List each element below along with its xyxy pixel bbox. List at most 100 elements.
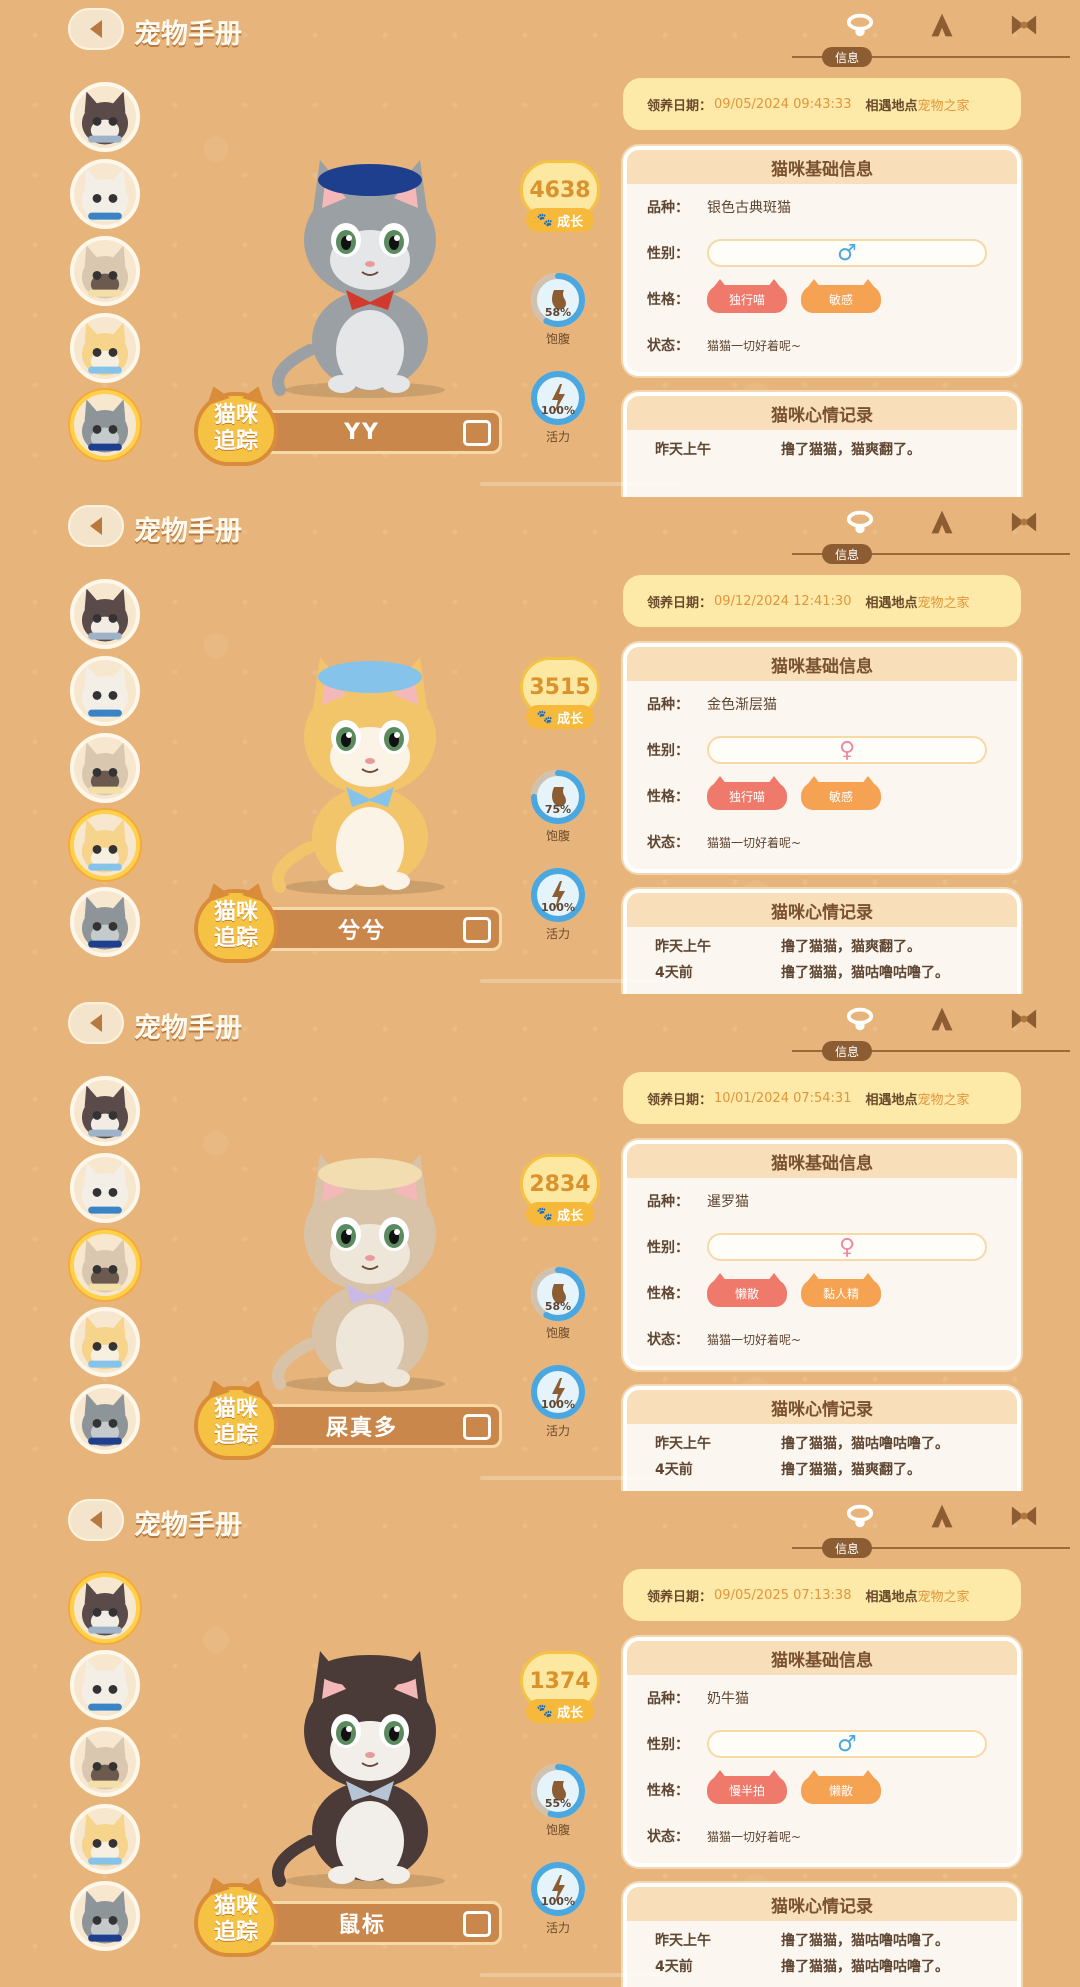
scroll-indicator (480, 979, 680, 983)
page-title: 宠物手册 (134, 516, 242, 547)
cat-model[interactable] (250, 1134, 480, 1394)
trait-tag: 敏感 (801, 279, 881, 313)
cat-tree-icon[interactable] (926, 507, 958, 537)
collar-icon[interactable] (844, 507, 876, 537)
back-arrow-icon (90, 1511, 102, 1529)
bow-icon[interactable] (1008, 507, 1040, 537)
cat-avatar[interactable] (70, 1881, 140, 1951)
cat-model[interactable] (250, 1631, 480, 1891)
adopt-info-bar: 领养日期： 09/12/2024 12:41:30 相遇地点 宠物之家 (623, 575, 1021, 627)
cat-avatar[interactable] (70, 1804, 140, 1874)
cat-tree-icon[interactable] (926, 1501, 958, 1531)
cat-name-bar: YY (262, 410, 502, 454)
cat-avatar[interactable] (70, 313, 140, 383)
energy-label: 活力 (545, 927, 570, 941)
gender-label: 性别 (647, 743, 675, 759)
mood-record: 昨天上午 撸了猫猫，猫爽翻了。 (627, 933, 1017, 959)
satiety-meter: 58% 饱腹 (528, 270, 588, 347)
cat-avatar[interactable] (70, 1650, 140, 1720)
basic-info-title: 猫咪基础信息 (627, 150, 1017, 184)
cat-name: YY (344, 419, 380, 445)
personality-label: 性格 (647, 1783, 675, 1799)
stomach-icon (528, 1761, 588, 1821)
back-button[interactable] (68, 505, 124, 547)
cat-avatar[interactable] (70, 1573, 140, 1643)
collar-icon[interactable] (844, 10, 876, 40)
track-label-1: 猫咪 (213, 900, 258, 925)
cat-avatar[interactable] (70, 1727, 140, 1797)
adopt-date-value: 09/12/2024 12:41:30 (714, 593, 852, 609)
mood-title: 猫咪心情记录 (627, 1390, 1017, 1424)
energy-label: 活力 (545, 1424, 570, 1438)
edit-name-icon[interactable] (463, 420, 491, 446)
adopt-info-bar: 领养日期： 09/05/2025 07:13:38 相遇地点 宠物之家 (623, 1569, 1021, 1621)
cat-tree-icon[interactable] (926, 1004, 958, 1034)
cat-avatar[interactable] (70, 656, 140, 726)
cat-avatar[interactable] (70, 887, 140, 957)
basic-info-card: 猫咪基础信息 品种： 金色渐层猫 性别： ♀ 性格： 独行喵 敏感 状态： 猫猫… (623, 643, 1021, 873)
growth-badge: 2834 🐾 成长 (520, 1154, 600, 1228)
breed-value: 奶牛猫 (707, 1691, 749, 1707)
cat-avatar[interactable] (70, 1384, 140, 1454)
cat-avatar[interactable] (70, 159, 140, 229)
cat-model[interactable] (250, 637, 480, 897)
paw-icon: 🐾 (536, 709, 554, 725)
cat-track-button[interactable]: 猫咪 追踪 (194, 1883, 278, 1957)
cat-tree-icon[interactable] (926, 10, 958, 40)
tab-info[interactable]: 信息 (822, 47, 872, 67)
cat-track-button[interactable]: 猫咪 追踪 (194, 889, 278, 963)
cat-track-button[interactable]: 猫咪 追踪 (194, 392, 278, 466)
back-button[interactable] (68, 8, 124, 50)
tab-info[interactable]: 信息 (822, 1538, 872, 1558)
basic-info-card: 猫咪基础信息 品种： 银色古典斑猫 性别： ♂ 性格： 独行喵 敏感 状态： 猫… (623, 146, 1021, 376)
basic-info-card: 猫咪基础信息 品种： 奶牛猫 性别： ♂ 性格： 慢半拍 懒散 状态： 猫猫一切… (623, 1637, 1021, 1867)
bow-icon[interactable] (1008, 1004, 1040, 1034)
cat-avatar[interactable] (70, 810, 140, 880)
edit-name-icon[interactable] (463, 917, 491, 943)
cat-avatar[interactable] (70, 579, 140, 649)
energy-value: 100% (541, 1398, 575, 1411)
cat-avatar[interactable] (70, 390, 140, 460)
bow-icon[interactable] (1008, 10, 1040, 40)
mood-text: 撸了猫猫，猫爽翻了。 (781, 442, 921, 458)
paw-icon: 🐾 (536, 1206, 554, 1222)
cat-avatar[interactable] (70, 82, 140, 152)
cat-avatar[interactable] (70, 1307, 140, 1377)
edit-name-icon[interactable] (463, 1911, 491, 1937)
adopt-info-bar: 领养日期： 09/05/2024 09:43:33 相遇地点 宠物之家 (623, 78, 1021, 130)
satiety-label: 饱腹 (545, 332, 570, 346)
back-button[interactable] (68, 1002, 124, 1044)
adopt-date-value: 09/05/2025 07:13:38 (714, 1587, 852, 1603)
adopt-info-bar: 领养日期： 10/01/2024 07:54:31 相遇地点 宠物之家 (623, 1072, 1021, 1124)
mood-text: 撸了猫猫，猫爽翻了。 (781, 1462, 921, 1478)
bow-icon[interactable] (1008, 1501, 1040, 1531)
mood-title: 猫咪心情记录 (627, 1887, 1017, 1921)
track-label-1: 猫咪 (213, 1894, 258, 1919)
tab-info[interactable]: 信息 (822, 544, 872, 564)
cat-track-button[interactable]: 猫咪 追踪 (194, 1386, 278, 1460)
back-button[interactable] (68, 1499, 124, 1541)
cat-avatar[interactable] (70, 236, 140, 306)
cat-avatar[interactable] (70, 1230, 140, 1300)
back-arrow-icon (90, 1014, 102, 1032)
pet-handbook-screen: 宠物手册 信息 (0, 994, 1080, 1491)
gender-label: 性别 (647, 1240, 675, 1256)
cat-avatar[interactable] (70, 733, 140, 803)
cat-model[interactable] (250, 140, 480, 400)
edit-name-icon[interactable] (463, 1414, 491, 1440)
gender-label: 性别 (647, 1737, 675, 1753)
trait-tag: 懒散 (801, 1770, 881, 1804)
status-label: 状态 (647, 1829, 675, 1845)
personality-label: 性格 (647, 292, 675, 308)
collar-icon[interactable] (844, 1501, 876, 1531)
mood-title: 猫咪心情记录 (627, 893, 1017, 927)
tab-info[interactable]: 信息 (822, 1041, 872, 1061)
adopt-date-value: 09/05/2024 09:43:33 (714, 96, 852, 112)
collar-icon[interactable] (844, 1004, 876, 1034)
growth-label: 成长 (557, 1208, 584, 1224)
cat-avatar[interactable] (70, 1153, 140, 1223)
status-value: 猫猫一切好着呢~ (707, 1332, 802, 1347)
cat-avatar[interactable] (70, 1076, 140, 1146)
cat-avatar-list (70, 1573, 140, 1958)
trait-tag: 黏人精 (801, 1273, 881, 1307)
